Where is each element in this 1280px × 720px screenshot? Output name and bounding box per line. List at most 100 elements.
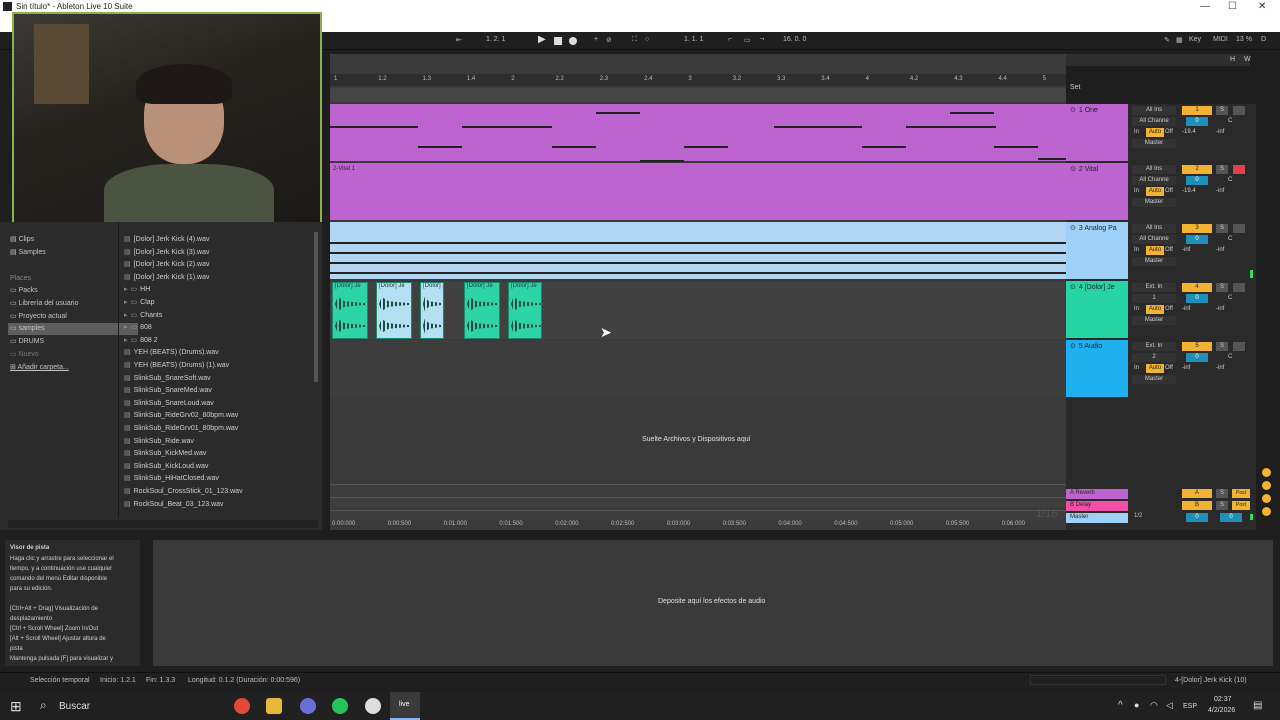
master-pan[interactable]: 0 xyxy=(1220,513,1242,522)
track-header[interactable]: ⊙ 2 Vital xyxy=(1066,163,1128,220)
input-type-select[interactable]: All Ins xyxy=(1132,224,1176,233)
arrangement-view[interactable]: 1 1.2 1.3 1.4 2 2.2 2.3 2.4 3 3.2 3.3 3.4 4 4.2 4.3 4.4… xyxy=(330,54,1066,530)
return-a-lane[interactable] xyxy=(330,484,1066,495)
input-channel-select[interactable]: All Channe xyxy=(1132,117,1176,126)
file-item[interactable]: ▤ SlinkSub_RideGrv01_80bpm.wav xyxy=(124,423,238,435)
track-3-clip[interactable] xyxy=(330,222,1066,279)
send-field[interactable]: -19.4 xyxy=(1182,128,1196,137)
stop-icon[interactable] xyxy=(554,37,562,45)
audio-clip[interactable]: [Dolor] Je xyxy=(332,282,368,339)
obs-icon[interactable] xyxy=(365,698,381,714)
clock-date[interactable]: 4/2/2026 xyxy=(1208,707,1235,714)
punch-in-icon[interactable]: ⌐ xyxy=(728,36,732,43)
volume-field[interactable]: 0 xyxy=(1186,235,1208,244)
volume-field[interactable]: 0 xyxy=(1186,294,1208,303)
monitor-off-button[interactable]: Off xyxy=(1165,187,1173,196)
return-track-header[interactable]: A Reverb xyxy=(1066,489,1128,499)
monitor-off-button[interactable]: Off xyxy=(1165,364,1173,373)
file-item[interactable]: ▤ YEH (BEATS) (Drums) (1).wav xyxy=(124,360,229,372)
time-ruler[interactable]: 0:00:000 0:00:500 0:01:000 0:01:500 0:02:000… xyxy=(330,520,1066,530)
volume-field[interactable]: 0 xyxy=(1186,117,1208,126)
return-b-lane[interactable] xyxy=(330,497,1066,508)
master-lane[interactable] xyxy=(330,510,1066,520)
input-channel-select[interactable]: All Channe xyxy=(1132,176,1176,185)
expand-arrow-icon[interactable]: ▸ xyxy=(124,286,128,293)
file-item[interactable]: ▤ SlinkSub_Ride.wav xyxy=(124,436,194,448)
file-item[interactable]: ▤ [Dolor] Jerk Kick (3).wav xyxy=(124,247,209,259)
file-item[interactable]: ▤ SlinkSub_SnareMed.wav xyxy=(124,385,212,397)
track-2-clip[interactable]: 2-Vital 1 xyxy=(330,163,1066,220)
monitor-in-button[interactable]: In xyxy=(1134,128,1139,137)
monitor-off-button[interactable]: Off xyxy=(1165,128,1173,137)
clock-time[interactable]: 02:37 xyxy=(1214,696,1232,703)
return-activator[interactable]: B xyxy=(1182,501,1212,510)
output-select[interactable]: Master xyxy=(1132,257,1176,266)
fold-icon[interactable]: ⊙ xyxy=(1070,166,1076,173)
loop-icon[interactable]: ▭ xyxy=(744,36,751,44)
pencil-icon[interactable]: ✎ xyxy=(1164,36,1170,44)
audio-clip[interactable]: [Dolor] Je xyxy=(420,282,444,339)
returns-icon[interactable] xyxy=(1262,494,1271,503)
expand-arrow-icon[interactable]: ▸ xyxy=(124,324,128,331)
input-channel-select[interactable]: All Channe xyxy=(1132,235,1176,244)
midi-map-button[interactable]: MIDI xyxy=(1213,36,1228,43)
scrollbar[interactable] xyxy=(314,232,318,382)
maximize-icon[interactable]: ☐ xyxy=(1228,1,1237,12)
send-field[interactable]: -inf xyxy=(1182,305,1190,314)
input-type-select[interactable]: All Ins xyxy=(1132,106,1176,115)
post-button[interactable]: Post xyxy=(1232,489,1250,498)
monitor-off-button[interactable]: Off xyxy=(1165,305,1173,314)
file-explorer-icon[interactable] xyxy=(266,698,282,714)
folder-item[interactable]: ▸ ▭ 808 2 xyxy=(124,335,158,347)
monitor-in-button[interactable]: In xyxy=(1134,364,1139,373)
expand-arrow-icon[interactable]: ▸ xyxy=(124,299,128,306)
master-volume[interactable]: 0 xyxy=(1186,513,1208,522)
spotify-icon[interactable] xyxy=(332,698,348,714)
arm-button[interactable] xyxy=(1233,342,1245,351)
volume-icon[interactable]: ◁ xyxy=(1166,700,1173,711)
track-activator-button[interactable]: 3 xyxy=(1182,224,1212,233)
arm-button[interactable] xyxy=(1233,165,1245,174)
track-activator-button[interactable]: 2 xyxy=(1182,165,1212,174)
fold-icon[interactable]: ⊙ xyxy=(1070,225,1076,232)
monitor-in-button[interactable]: In xyxy=(1134,305,1139,314)
input-channel-select[interactable]: 1 xyxy=(1132,294,1176,303)
preview-waveform[interactable] xyxy=(8,520,318,528)
tray-up-icon[interactable]: ^ xyxy=(1118,700,1123,711)
file-item[interactable]: ▤ [Dolor] Jerk Kick (2).wav xyxy=(124,259,209,271)
punch-out-icon[interactable]: ¬ xyxy=(760,36,764,43)
discord-icon[interactable] xyxy=(300,698,316,714)
output-select[interactable]: Master xyxy=(1132,139,1176,148)
mixer-icon[interactable] xyxy=(1262,507,1271,516)
loop-start[interactable]: 1. 1. 1 xyxy=(684,36,703,43)
loop-length[interactable]: 16. 0. 0 xyxy=(783,36,806,43)
arrangement-position[interactable]: 1. 2. 1 xyxy=(486,36,505,43)
output-select[interactable]: Master xyxy=(1132,316,1176,325)
audio-clip[interactable]: [Dolor] Je xyxy=(464,282,500,339)
track-header[interactable]: ⊙ 4 [Dolor] Je xyxy=(1066,281,1128,338)
audio-clip[interactable]: [Dolor] Je xyxy=(508,282,542,339)
language-indicator[interactable]: ESP xyxy=(1183,703,1197,710)
file-item[interactable]: ▤ SlinkSub_HiHatClosed.wav xyxy=(124,473,219,485)
pan-field[interactable]: C xyxy=(1228,176,1232,185)
arm-button[interactable] xyxy=(1233,224,1245,233)
expand-arrow-icon[interactable]: ▸ xyxy=(124,312,128,319)
monitor-off-button[interactable]: Off xyxy=(1165,246,1173,255)
return-solo[interactable]: S xyxy=(1216,489,1228,498)
search-box[interactable]: Buscar xyxy=(59,701,90,712)
grid-indicator[interactable]: 1/16 xyxy=(1036,508,1057,520)
input-type-select[interactable]: Ext. In xyxy=(1132,342,1176,351)
solo-button[interactable]: S xyxy=(1216,106,1228,115)
input-type-select[interactable]: All Ins xyxy=(1132,165,1176,174)
fold-icon[interactable]: ⊙ xyxy=(1070,343,1076,350)
solo-button[interactable]: S xyxy=(1216,342,1228,351)
windows-icon[interactable]: ⊞ xyxy=(10,698,22,715)
track-activator-button[interactable]: 4 xyxy=(1182,283,1212,292)
monitor-auto-button[interactable]: Auto xyxy=(1146,128,1164,137)
minimize-icon[interactable]: — xyxy=(1200,1,1210,12)
send-field[interactable]: -19.4 xyxy=(1182,187,1196,196)
solo-button[interactable]: S xyxy=(1216,283,1228,292)
track-header[interactable]: ⊙ 5 Audio xyxy=(1066,340,1128,397)
file-item[interactable]: ▤ [Dolor] Jerk Kick (4).wav xyxy=(124,234,209,246)
monitor-in-button[interactable]: In xyxy=(1134,246,1139,255)
